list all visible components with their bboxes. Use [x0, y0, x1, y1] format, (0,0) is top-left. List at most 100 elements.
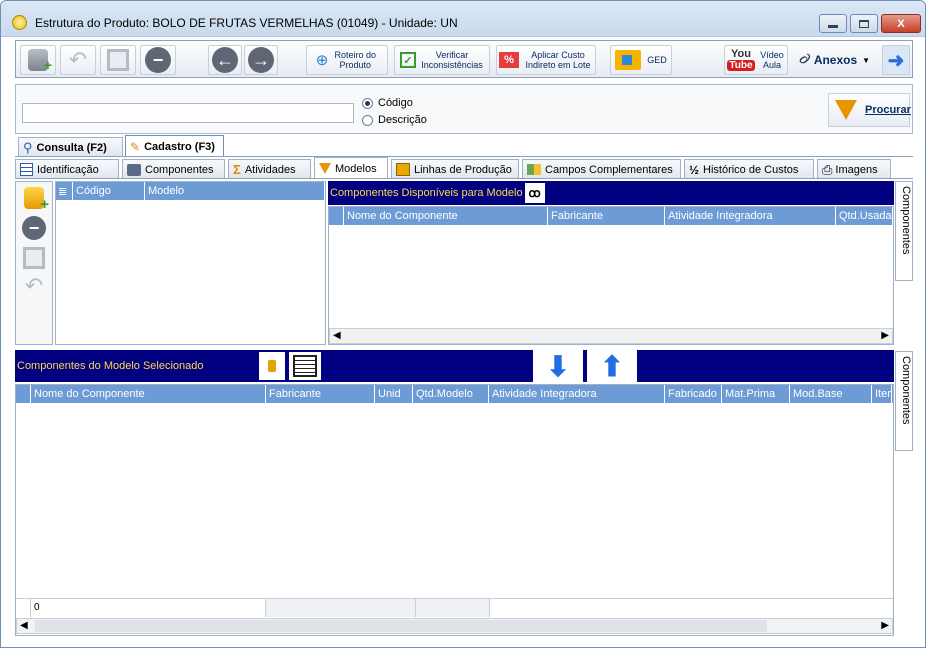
pencil-icon: ✎ [130, 139, 141, 154]
tab-campos-complementares[interactable]: Campos Complementares [522, 159, 681, 179]
tab-cadastro[interactable]: ✎ Cadastro (F3) [125, 135, 224, 157]
window-title: Estrutura do Produto: BOLO DE FRUTAS VER… [35, 16, 458, 30]
move-down-button[interactable]: ⬇ [533, 350, 583, 382]
tab-consulta-label: Consulta (F2) [36, 141, 107, 154]
side-tab-componentes-top[interactable]: Componentes [895, 181, 913, 281]
tab-historico-custos-label: Histórico de Custos [703, 163, 799, 176]
col-fabricante[interactable]: Fabricante [266, 385, 375, 403]
col-modelo[interactable]: Modelo [145, 182, 325, 200]
tab-linhas-producao[interactable]: Linhas de Produção [391, 159, 519, 179]
col-nome-componente[interactable]: Nome do Componente [31, 385, 266, 403]
scroll-right-bottom-icon[interactable]: ▶ [881, 620, 889, 631]
grid-view-button[interactable] [289, 352, 321, 380]
col-unid[interactable]: Unid [375, 385, 413, 403]
database-add-icon: + [28, 49, 52, 73]
col-atividade-integradora[interactable]: Atividade Integradora [489, 385, 665, 403]
available-grid: Nome do Componente Fabricante Atividade … [328, 206, 894, 345]
scroll-left-icon[interactable]: ◀ [333, 330, 341, 341]
folder-icon [615, 50, 642, 70]
next-button[interactable]: → [244, 45, 278, 75]
save-model-button[interactable] [19, 244, 49, 272]
undo-model-icon: ↶ [24, 273, 44, 298]
fields-icon [527, 164, 541, 175]
video-aula-button[interactable]: You Tube Vídeo Aula [724, 45, 788, 75]
available-hscrollbar[interactable]: ◀ ▶ [329, 328, 893, 344]
grid-icon [293, 355, 317, 377]
procurar-button[interactable]: Procurar [828, 93, 911, 127]
minimize-button[interactable] [819, 14, 847, 33]
tab-imagens[interactable]: ⎙ Imagens [817, 159, 891, 179]
tab-historico-custos[interactable]: ½ Histórico de Custos [684, 159, 814, 179]
printer-icon: ⎙ [822, 161, 833, 177]
tab-modelos[interactable]: Modelos [314, 157, 388, 179]
boxes-icon [127, 163, 141, 176]
side-tab-label-top: Componentes [900, 186, 912, 255]
tab-identificacao[interactable]: Identificação [15, 159, 119, 179]
close-icon: X [897, 17, 905, 30]
save-button[interactable] [100, 45, 136, 75]
undo-button[interactable]: ↶ [60, 45, 96, 75]
selected-grid: Nome do Componente Fabricante Unid Qtd.M… [15, 384, 894, 636]
undo-icon: ↶ [68, 47, 88, 72]
radio-codigo[interactable] [362, 98, 373, 109]
scroll-thumb[interactable] [35, 620, 767, 632]
remove-model-button[interactable]: − [19, 214, 49, 242]
clear-button[interactable] [259, 352, 285, 380]
fraction-icon: ½ [689, 162, 700, 177]
exit-button[interactable]: ➜ [882, 45, 910, 75]
col-item[interactable]: Item [872, 385, 892, 403]
tab-consulta[interactable]: ⚲ Consulta (F2) [18, 137, 123, 157]
col-mat-prima[interactable]: Mat.Prima [722, 385, 790, 403]
search-panel: Código Descrição Procurar [15, 84, 913, 134]
arrow-left-icon: ← [212, 47, 238, 73]
col-qtd-modelo[interactable]: Qtd.Modelo [413, 385, 489, 403]
search-input[interactable] [22, 103, 354, 123]
col-mod-base[interactable]: Mod.Base [790, 385, 872, 403]
close-button[interactable]: X [881, 14, 921, 33]
youtube-icon: You Tube [727, 48, 755, 71]
minus-model-icon: − [22, 216, 46, 240]
radio-codigo-label: Código [378, 97, 413, 109]
col-nome-componente[interactable]: Nome do Componente [344, 207, 548, 225]
aplicar-custo-button[interactable]: % Aplicar Custo Indireto em Lote [496, 45, 596, 75]
route-icon: ⊕ [315, 52, 329, 69]
col-qtd-usada[interactable]: Qtd.Usada [836, 207, 893, 225]
radio-descricao[interactable] [362, 115, 373, 126]
aplicar-custo-label: Aplicar Custo Indireto em Lote [525, 50, 591, 70]
ged-button[interactable]: GED [610, 45, 672, 75]
maximize-icon [859, 19, 869, 28]
side-tab-componentes-bottom[interactable]: Componentes [895, 351, 913, 451]
form-icon [20, 163, 33, 176]
previous-button[interactable]: ← [208, 45, 242, 75]
add-model-button[interactable]: + [19, 184, 49, 213]
save-icon [107, 49, 129, 71]
tab-divider [15, 156, 913, 157]
delete-button[interactable]: − [140, 45, 176, 75]
anexos-button[interactable]: ∂ Anexos ▼ [792, 45, 878, 75]
col-fabricante[interactable]: Fabricante [548, 207, 665, 225]
roteiro-button[interactable]: ⊕ Roteiro do Produto [306, 45, 388, 75]
arrow-up-icon: ⬆ [600, 350, 624, 382]
available-header: Componentes Disponíveis para Modelo ꝏ [328, 181, 894, 205]
paperclip-icon: ∂ [795, 50, 813, 69]
scroll-right-icon[interactable]: ▶ [881, 330, 889, 341]
col-fabricado[interactable]: Fabricado [665, 385, 722, 403]
footer-count: 0 [31, 599, 266, 617]
col-codigo[interactable]: Código [73, 182, 145, 200]
magnifier-icon: ⚲ [23, 139, 33, 155]
scroll-left-bottom-icon[interactable]: ◀ [20, 620, 28, 631]
maximize-button[interactable] [850, 14, 878, 33]
selected-header: Componentes do Modelo Selecionado ⬇ ⬆ [15, 350, 894, 382]
selected-hscrollbar[interactable]: ◀ ▶ [16, 618, 893, 634]
col-atividade-integradora[interactable]: Atividade Integradora [665, 207, 836, 225]
undo-model-button[interactable]: ↶ [19, 272, 49, 300]
tab-componentes[interactable]: Componentes [122, 159, 225, 179]
move-up-button[interactable]: ⬆ [587, 350, 637, 382]
tab-atividades[interactable]: Σ Atividades [228, 159, 311, 179]
verificar-button[interactable]: ✓ Verificar Inconsistências [394, 45, 490, 75]
video-aula-label: Vídeo Aula [760, 50, 784, 70]
app-icon [12, 15, 27, 30]
row-indicator [16, 385, 31, 403]
add-product-button[interactable]: + [20, 45, 56, 75]
binoculars-icon[interactable]: ꝏ [524, 183, 545, 203]
